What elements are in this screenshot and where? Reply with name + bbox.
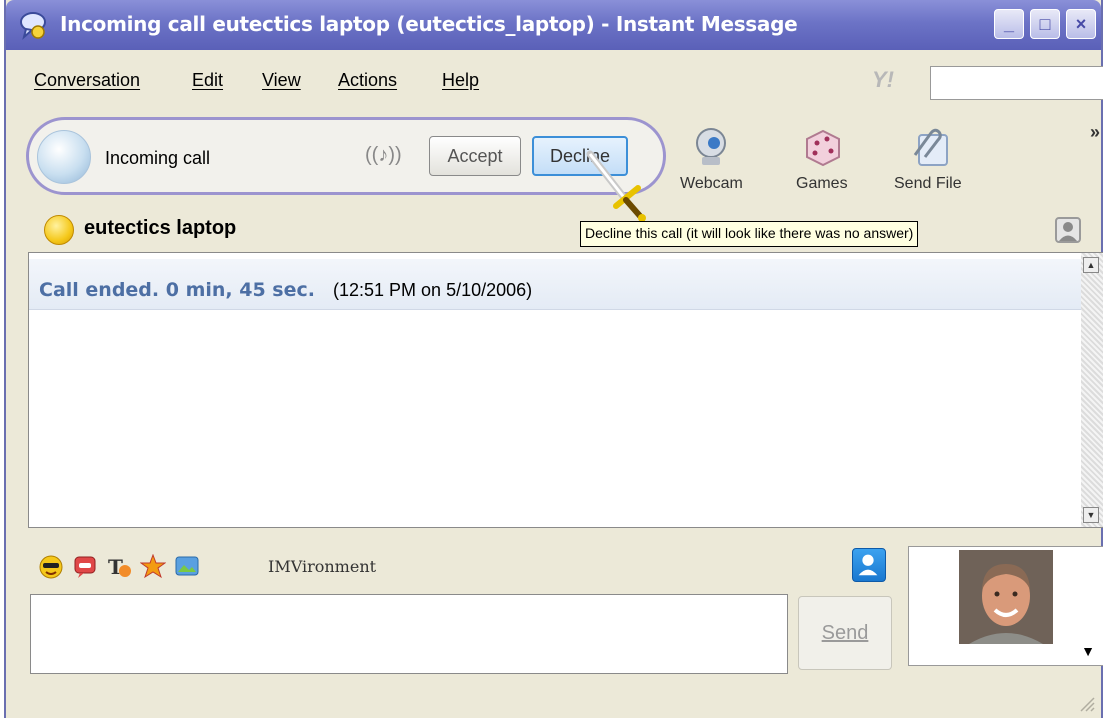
title-bar[interactable]: Incoming call eutectics laptop (eutectic… [6, 0, 1101, 50]
scroll-up-icon[interactable]: ▲ [1083, 257, 1099, 273]
menu-view[interactable]: View [262, 70, 301, 91]
send-file-button[interactable]: Send File [894, 125, 962, 193]
maximize-button[interactable]: □ [1030, 9, 1060, 39]
nudge-icon[interactable] [140, 554, 166, 580]
conversation-pane[interactable]: Call ended. 0 min, 45 sec. (12:51 PM on … [28, 252, 1103, 528]
paperclip-icon [913, 128, 948, 166]
ringer-icon: ((♪)) [365, 144, 402, 166]
message-input[interactable] [30, 594, 788, 674]
dice-icon [805, 129, 840, 167]
games-label: Games [796, 175, 848, 192]
avatar-dropdown-icon[interactable]: ▼ [1081, 643, 1095, 659]
webcam-label: Webcam [680, 175, 743, 192]
resize-grip-icon[interactable] [1077, 694, 1095, 712]
more-tools-icon[interactable]: » [1090, 122, 1100, 143]
send-file-label: Send File [894, 175, 962, 192]
menu-conversation[interactable]: Conversation [34, 70, 140, 91]
sword-cursor-icon [586, 150, 646, 222]
messenger-icon [20, 12, 46, 40]
webcam-button[interactable]: Webcam [680, 125, 743, 193]
webcam-icon [696, 128, 727, 165]
status-smiley-icon [44, 215, 74, 245]
menu-edit[interactable]: Edit [192, 70, 223, 91]
incoming-call-label: Incoming call [105, 148, 211, 168]
caller-avatar-icon [37, 130, 91, 184]
menu-help[interactable]: Help [442, 70, 479, 91]
search-input[interactable] [930, 66, 1103, 100]
imvironment-label[interactable]: IMVironment [268, 557, 376, 576]
contact-name: eutectics laptop [84, 217, 237, 239]
emoticon-cool-icon[interactable] [38, 554, 64, 580]
send-button[interactable]: Send [798, 596, 892, 670]
display-image-panel[interactable]: ▼ [908, 546, 1103, 666]
menu-actions[interactable]: Actions [338, 70, 397, 91]
im-window: Incoming call eutectics laptop (eutectic… [4, 0, 1103, 718]
close-button[interactable]: × [1066, 9, 1096, 39]
imvironment-icon[interactable] [174, 554, 200, 580]
call-ended-text: Call ended. 0 min, 45 sec. [39, 279, 315, 301]
audibles-icon[interactable] [72, 554, 98, 580]
contact-profile-icon[interactable] [1054, 216, 1082, 244]
incoming-call-panel: Incoming call ((♪)) Accept Decline [26, 117, 666, 195]
minimize-button[interactable]: _ [994, 9, 1024, 39]
call-status-row: Call ended. 0 min, 45 sec. (12:51 PM on … [29, 259, 1081, 310]
decline-tooltip: Decline this call (it will look like the… [580, 221, 919, 247]
my-profile-icon[interactable] [852, 548, 886, 582]
games-button[interactable]: Games [796, 125, 848, 193]
accept-button[interactable]: Accept [429, 136, 521, 176]
yahoo-logo-icon: Y! [872, 67, 894, 92]
send-label: Send [821, 621, 869, 644]
scroll-down-icon[interactable]: ▼ [1083, 507, 1099, 523]
window-title: Incoming call eutectics laptop (eutectic… [60, 12, 798, 36]
conversation-scrollbar[interactable]: ▲ ▼ [1081, 253, 1103, 527]
user-photo-avatar [959, 550, 1053, 644]
text-format-icon[interactable]: T [106, 554, 132, 580]
call-timestamp: (12:51 PM on 5/10/2006) [333, 280, 533, 300]
